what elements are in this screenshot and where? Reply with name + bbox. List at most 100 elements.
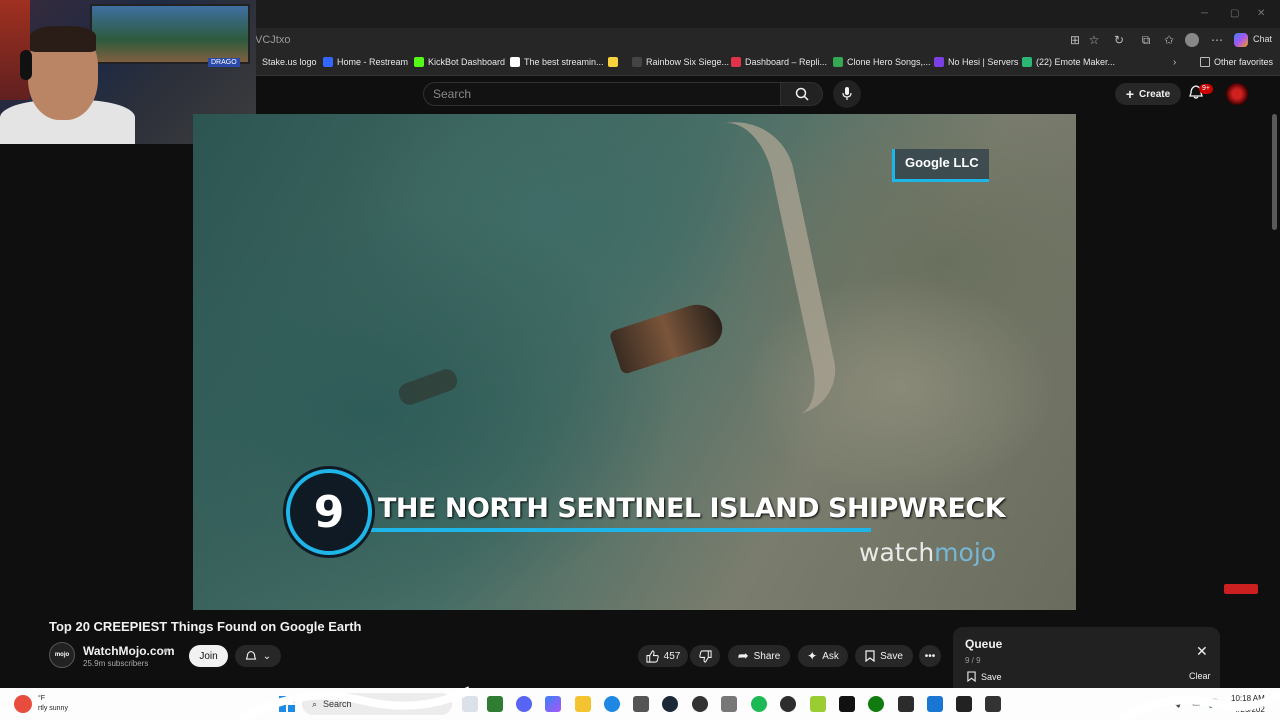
more-menu-icon[interactable]: ⋯ bbox=[1210, 33, 1224, 47]
discord-icon[interactable] bbox=[516, 696, 532, 712]
chat-label[interactable]: Chat bbox=[1253, 34, 1272, 44]
app-icon-dark[interactable] bbox=[839, 696, 855, 712]
copilot-icon[interactable] bbox=[545, 696, 561, 712]
bookmark-icon bbox=[967, 671, 976, 682]
bookmark-item[interactable]: Stake.us logo bbox=[262, 57, 317, 67]
search-icon bbox=[795, 87, 809, 101]
settings-gear-icon[interactable] bbox=[721, 696, 737, 712]
bookmark-favicon-icon bbox=[323, 57, 333, 67]
voice-search-button[interactable] bbox=[833, 80, 861, 108]
share-button[interactable]: ➦ Share bbox=[728, 645, 790, 667]
bookmark-item[interactable]: Home - Restream bbox=[323, 57, 408, 67]
queue-count: 9 / 9 bbox=[965, 656, 981, 665]
favorite-star-icon[interactable]: ☆ bbox=[1087, 33, 1101, 47]
bookmark-item[interactable]: The best streamin... bbox=[510, 57, 604, 67]
refresh-icon[interactable]: ↻ bbox=[1112, 33, 1126, 47]
like-button[interactable]: 457 bbox=[638, 645, 688, 667]
subscribe-overlay-button[interactable] bbox=[1224, 584, 1258, 594]
clock-time: 10:18 AM bbox=[1231, 694, 1265, 703]
search-input[interactable] bbox=[433, 82, 773, 106]
more-actions-button[interactable]: ••• bbox=[919, 645, 941, 667]
speaker-icon[interactable]: 🔊 bbox=[1208, 698, 1219, 709]
save-label: Save bbox=[880, 650, 903, 662]
google-llc-label: Google LLC bbox=[892, 149, 989, 182]
address-url-text[interactable]: VCJtxo bbox=[255, 34, 290, 46]
epic-games-icon[interactable] bbox=[956, 696, 972, 712]
close-window-button[interactable]: ✕ bbox=[1257, 8, 1265, 19]
bookmark-item[interactable] bbox=[608, 57, 622, 67]
create-label: Create bbox=[1139, 88, 1171, 100]
search-button[interactable] bbox=[781, 82, 823, 106]
watermark-mojo: mojo bbox=[934, 538, 997, 567]
channel-notifications-button[interactable]: ⌄ bbox=[235, 645, 281, 667]
bookmark-favicon-icon bbox=[632, 57, 642, 67]
create-button[interactable]: + Create bbox=[1115, 83, 1181, 105]
bookmarks-overflow-chevron-icon[interactable]: › bbox=[1173, 57, 1176, 68]
taskbar-clock[interactable]: 10:18 AM 4/26/202 bbox=[1231, 693, 1265, 715]
task-view-icon[interactable] bbox=[462, 696, 478, 712]
queue-clear-button[interactable]: Clear bbox=[1189, 671, 1211, 681]
bookmark-icon bbox=[865, 650, 875, 662]
bookmark-item[interactable]: KickBot Dashboard bbox=[414, 57, 505, 67]
sparkle-icon: ✦ bbox=[807, 649, 818, 663]
ask-button[interactable]: ✦ Ask bbox=[798, 645, 848, 667]
ask-label: Ask bbox=[822, 650, 839, 662]
steam-icon[interactable] bbox=[662, 696, 678, 712]
copilot-icon[interactable] bbox=[1234, 33, 1248, 47]
window-app-icon[interactable] bbox=[927, 696, 943, 712]
store-icon[interactable] bbox=[633, 696, 649, 712]
bookmark-item[interactable]: No Hesi | Servers bbox=[934, 57, 1018, 67]
close-icon[interactable]: ✕ bbox=[1196, 643, 1208, 660]
playstation-icon[interactable] bbox=[898, 696, 914, 712]
bookmark-label: KickBot Dashboard bbox=[428, 57, 506, 67]
other-favorites[interactable]: Other favorites bbox=[1200, 57, 1273, 67]
watermark-watch: watch bbox=[859, 538, 935, 567]
dislike-button[interactable] bbox=[690, 645, 720, 667]
bookmark-label: The best streamin... bbox=[524, 57, 604, 67]
xbox-icon[interactable] bbox=[868, 696, 884, 712]
page-scrollbar[interactable] bbox=[1272, 114, 1277, 230]
app-icon[interactable] bbox=[810, 696, 826, 712]
save-button[interactable]: Save bbox=[855, 645, 913, 667]
favorites-icon[interactable]: ✩ bbox=[1162, 33, 1176, 47]
weather-icon bbox=[14, 695, 32, 713]
bookmark-item[interactable]: Clone Hero Songs,... bbox=[833, 57, 931, 67]
verified-icon: ● bbox=[163, 645, 169, 655]
notifications-badge: 9+ bbox=[1199, 84, 1213, 94]
bookmark-item[interactable]: Dashboard – Repli... bbox=[731, 57, 827, 67]
edge-icon[interactable] bbox=[604, 696, 620, 712]
chat-tray-icon[interactable]: ▭ bbox=[1192, 698, 1201, 709]
other-favorites-label: Other favorites bbox=[1214, 57, 1274, 67]
weather-desc: rtly sunny bbox=[38, 705, 68, 712]
profile-icon[interactable] bbox=[1185, 33, 1199, 47]
taskbar-search-label: Search bbox=[323, 699, 352, 709]
bookmark-item[interactable]: (22) Emote Maker... bbox=[1022, 57, 1115, 67]
video-title: Top 20 CREEPIEST Things Found on Google … bbox=[49, 619, 362, 634]
spotify-icon[interactable] bbox=[751, 696, 767, 712]
subscriber-count: 25.9m subscribers bbox=[83, 659, 149, 668]
rainbow-six-icon[interactable] bbox=[985, 696, 1001, 712]
nvidia-icon[interactable] bbox=[487, 696, 503, 712]
obs-icon[interactable] bbox=[692, 696, 708, 712]
bell-icon bbox=[245, 650, 257, 660]
channel-avatar[interactable]: mojo bbox=[49, 642, 75, 668]
account-avatar[interactable] bbox=[1226, 83, 1248, 105]
extensions-icon[interactable]: ⧉ bbox=[1139, 33, 1153, 47]
webcam-wall-poster bbox=[90, 4, 250, 64]
maximize-button[interactable]: ▢ bbox=[1230, 8, 1239, 19]
windows-start-icon[interactable] bbox=[279, 696, 295, 712]
taskbar-search[interactable]: ⌕ Search bbox=[302, 693, 452, 715]
bookmark-item[interactable]: Rainbow Six Siege... bbox=[632, 57, 729, 67]
video-player[interactable]: Google LLC 9 THE NORTH SENTINEL ISLAND S… bbox=[193, 114, 1076, 610]
weather-widget[interactable]: °F rtly sunny bbox=[38, 694, 68, 714]
weather-temp: °F bbox=[38, 695, 46, 702]
queue-save-button[interactable]: Save bbox=[967, 671, 1002, 682]
microphone-tray-icon[interactable]: 🎙 bbox=[1172, 698, 1183, 709]
channel-name[interactable]: WatchMojo.com bbox=[83, 644, 175, 658]
file-explorer-icon[interactable] bbox=[575, 696, 591, 712]
search-icon: ⌕ bbox=[312, 698, 318, 709]
minimize-button[interactable]: ─ bbox=[1201, 8, 1208, 19]
join-button[interactable]: Join bbox=[189, 645, 228, 667]
app-available-icon[interactable]: ⊞ bbox=[1068, 33, 1082, 47]
4k-downloader-icon[interactable] bbox=[780, 696, 796, 712]
